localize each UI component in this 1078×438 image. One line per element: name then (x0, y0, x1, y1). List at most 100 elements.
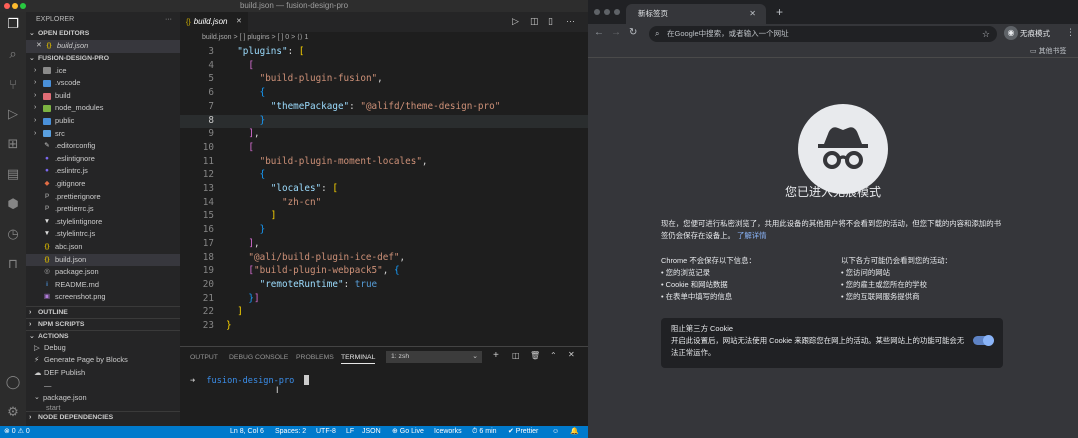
menu-kebab-icon[interactable]: ⋮ (1066, 27, 1075, 38)
file-item[interactable]: ● .eslintrc.js (26, 165, 180, 178)
maximize-window-button[interactable] (614, 9, 620, 15)
run-icon[interactable]: ▷ (512, 16, 519, 27)
file-item[interactable]: P .prettierrc.js (26, 203, 180, 216)
file-item[interactable]: {} abc.json (26, 241, 180, 254)
indentation-status[interactable]: Spaces: 2 (275, 426, 306, 438)
eol-status[interactable]: LF (346, 426, 354, 438)
search-icon[interactable]: ⌕ (5, 46, 21, 62)
action-item[interactable]: ⚡ Generate Page by Blocks (26, 354, 180, 367)
reload-icon[interactable]: ↻ (629, 27, 637, 38)
run-debug-icon[interactable]: ▷ (5, 106, 21, 122)
problems-status[interactable]: ⊗ 0 ⚠ 0 (4, 426, 30, 438)
forward-icon[interactable]: → (611, 27, 621, 38)
open-editors-section[interactable]: ⌄ OPEN EDITORS (26, 28, 180, 40)
maximize-window-button[interactable] (20, 3, 26, 9)
split-terminal-icon[interactable]: ◫ (512, 351, 520, 360)
close-tab-icon[interactable]: ✕ (749, 4, 756, 24)
folder-item[interactable]: › .vscode (26, 77, 180, 90)
new-terminal-icon[interactable]: + (493, 350, 499, 361)
panel-tab-problems[interactable]: PROBLEMS (296, 354, 334, 361)
file-item[interactable]: ◆ .gitignore (26, 178, 180, 191)
panel-tab-debug-console[interactable]: DEBUG CONSOLE (229, 354, 288, 361)
compare-icon[interactable]: ◫ (530, 16, 539, 27)
timeline-icon[interactable]: ◷ (5, 226, 21, 242)
more-actions-icon[interactable]: ··· (165, 12, 172, 28)
node-dependencies-section[interactable]: › NODE DEPENDENCIES (26, 410, 180, 423)
minimize-window-button[interactable] (604, 9, 610, 15)
extensions-icon[interactable]: ⊞ (5, 136, 21, 152)
trash-icon[interactable]: 🗑 (530, 351, 540, 360)
minimize-window-button[interactable] (12, 3, 18, 9)
iceworks-icon[interactable]: ⬢ (5, 196, 21, 212)
address-bar[interactable]: ⌕ 在Google中搜索，或者输入一个网址 ☆ (649, 26, 997, 42)
remote-explorer-icon[interactable]: ▤ (5, 166, 21, 182)
package-json-item[interactable]: ⌄ package.json (26, 392, 180, 405)
close-icon[interactable]: ✕ (36, 40, 45, 53)
terminal-directory: fusion-design-pro (206, 376, 295, 386)
action-item[interactable]: ☁ DEF Publish (26, 367, 180, 380)
other-bookmarks[interactable]: ▭ 其他书签 (1030, 46, 1067, 56)
outline-section[interactable]: › OUTLINE (26, 305, 180, 318)
folder-item[interactable]: › src (26, 128, 180, 141)
cursor-position-status[interactable]: Ln 8, Col 6 (230, 426, 264, 438)
breadcrumb[interactable]: build.json > [ ] plugins > [ ] 0 > ⟨⟩ 1 (180, 32, 588, 43)
toggle-knob (983, 335, 994, 346)
more-actions-icon[interactable]: ··· (566, 16, 575, 26)
folder-item[interactable]: › build (26, 90, 180, 103)
tab-new-tab[interactable]: 新标签页 ✕ (626, 4, 766, 24)
open-editor-item[interactable]: ✕ {} build.json (26, 40, 180, 53)
tab-build-json[interactable]: {} build.json ✕ (180, 12, 248, 32)
iceworks-status[interactable]: Iceworks (434, 426, 462, 438)
actions-section[interactable]: ⌄ ACTIONS (26, 329, 180, 342)
settings-gear-icon[interactable]: ⚙ (5, 404, 21, 420)
folder-item[interactable]: › node_modules (26, 102, 180, 115)
prettier-status[interactable]: ✔ Prettier (508, 426, 538, 438)
source-control-icon[interactable]: ⑂ (5, 76, 21, 92)
action-item[interactable]: ▷ Debug (26, 342, 180, 355)
incognito-avatar-icon[interactable]: ◉ (1004, 26, 1018, 40)
terminal-output[interactable]: ➜ fusion-design-pro (190, 375, 309, 386)
profile-label[interactable]: 无痕模式 (1020, 28, 1050, 39)
folder-item[interactable]: › .ice (26, 65, 180, 78)
not-saved-item: • 在表单中填写的信息 (661, 291, 732, 303)
file-item[interactable]: i README.md (26, 279, 180, 292)
block-cookies-toggle[interactable] (973, 335, 994, 346)
go-live-status[interactable]: ⊕ Go Live (392, 426, 424, 438)
close-panel-icon[interactable]: ✕ (568, 350, 575, 359)
npm-scripts-section[interactable]: › NPM SCRIPTS (26, 317, 180, 330)
learn-more-link[interactable]: 了解详情 (737, 231, 767, 240)
file-item[interactable]: ▼ .stylelintignore (26, 216, 180, 229)
file-item[interactable]: ▣ screenshot.png (26, 291, 180, 304)
folder-item[interactable]: › public (26, 115, 180, 128)
project-section[interactable]: ⌄ FUSION-DESIGN-PRO (26, 53, 180, 65)
code-editor[interactable]: 3 "plugins": [4 [5 "build-plugin-fusion"… (180, 43, 588, 346)
bookmarks-icon[interactable]: ⊓ (5, 256, 21, 272)
panel-tab-output[interactable]: OUTPUT (190, 354, 218, 361)
file-item[interactable]: ● .eslintignore (26, 153, 180, 166)
terminal-select[interactable]: 1: zsh ⌄ (386, 351, 482, 363)
chevron-up-icon[interactable]: ⌃ (550, 351, 557, 360)
close-window-button[interactable] (4, 3, 10, 9)
account-icon[interactable]: ◯ (5, 374, 21, 390)
panel-tab-terminal[interactable]: TERMINAL (341, 354, 376, 364)
bookmark-star-icon[interactable]: ☆ (982, 26, 990, 42)
feedback-icon[interactable]: ☺ (552, 426, 559, 438)
file-item[interactable]: {} build.json (26, 253, 180, 267)
back-icon[interactable]: ← (594, 27, 604, 38)
encoding-status[interactable]: UTF-8 (316, 426, 336, 438)
language-mode-status[interactable]: JSON (362, 426, 381, 438)
file-type-icon: ▣ (43, 293, 51, 301)
notifications-icon[interactable]: 🔔 (570, 426, 579, 438)
close-window-button[interactable] (594, 9, 600, 15)
file-item[interactable]: P .prettierignore (26, 191, 180, 204)
file-item[interactable]: ◎ package.json (26, 266, 180, 279)
new-tab-icon[interactable]: + (776, 5, 783, 19)
action-item[interactable]: — (26, 380, 180, 393)
file-item[interactable]: ✎ .editorconfig (26, 140, 180, 153)
file-item[interactable]: ▼ .stylelintrc.js (26, 228, 180, 241)
close-tab-icon[interactable]: ✕ (236, 12, 242, 32)
time-tracker-status[interactable]: ⏱ 6 min (472, 426, 497, 438)
split-editor-icon[interactable]: ▯ (548, 16, 553, 27)
folder-icon (43, 105, 51, 113)
explorer-icon[interactable]: ❐ (5, 16, 21, 32)
